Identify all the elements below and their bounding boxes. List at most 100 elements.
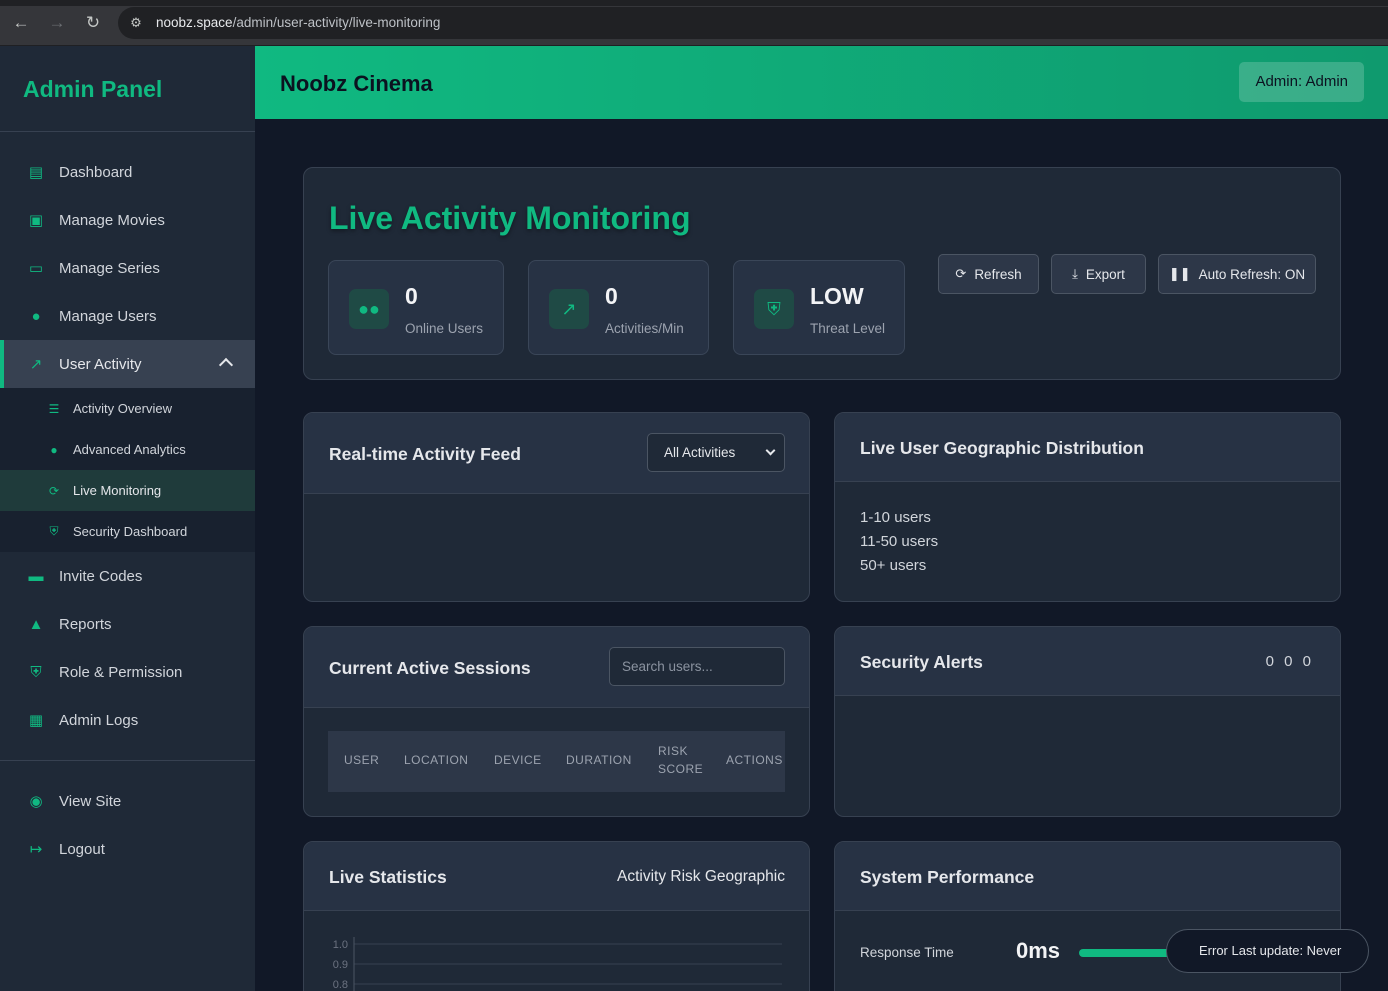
sidebar-divider <box>0 760 255 761</box>
sidebar-title: Admin Panel <box>23 76 163 102</box>
broadcast-icon: ⟳ <box>48 483 60 498</box>
sidebar-item-dashboard[interactable]: ▤ Dashboard <box>0 148 255 196</box>
sidebar-subitem-live-monitoring[interactable]: ⟳ Live Monitoring <box>0 470 255 511</box>
session-search-input[interactable] <box>609 647 785 686</box>
sidebar-item-manage-movies[interactable]: ▣ Manage Movies <box>0 196 255 244</box>
refresh-button-label: Refresh <box>974 266 1022 282</box>
url-text: noobz.space/admin/user-activity/live-mon… <box>156 15 441 30</box>
brain-icon: ● <box>50 442 58 457</box>
select-value: All Activities <box>664 445 736 460</box>
sidebar-item-label: View Site <box>59 792 122 810</box>
admin-user-button[interactable]: Admin: Admin <box>1239 62 1364 102</box>
site-settings-icon[interactable]: ⚙ <box>126 13 146 33</box>
refresh-icon: ⟳ <box>955 266 967 281</box>
sidebar-item-admin-logs[interactable]: ▦ Admin Logs <box>0 696 255 744</box>
sidebar-item-label: Manage Users <box>59 307 157 325</box>
chevron-up-icon[interactable] <box>218 357 234 373</box>
column-header-device[interactable]: DEVICE <box>494 753 542 767</box>
warning-icon: ▲ <box>28 615 44 633</box>
chart-icon: ▤ <box>28 164 44 181</box>
stat-tabs[interactable]: Activity Risk Geographic <box>617 868 785 886</box>
stat-threat-level: ⛨ LOW Threat Level <box>733 260 905 355</box>
alert-counts: 0 0 0 <box>1265 653 1314 670</box>
address-bar[interactable]: ⚙ noobz.space/admin/user-activity/live-m… <box>118 7 1388 39</box>
card-title: Real-time Activity Feed <box>329 444 521 464</box>
film-icon: ▣ <box>28 212 44 229</box>
sidebar-subitem-security-dashboard[interactable]: ⛨ Security Dashboard <box>0 511 255 552</box>
sidebar-divider <box>0 131 255 132</box>
sidebar: Admin Panel ▤ Dashboard ▣ Manage Movies … <box>0 46 255 991</box>
stat-activities-per-min: ↗ 0 Activities/Min <box>528 260 709 355</box>
card-title: Live User Geographic Distribution <box>860 438 1144 458</box>
sidebar-subitem-label: Security Dashboard <box>73 524 188 539</box>
reload-icon[interactable]: ↻ <box>82 12 104 34</box>
sidebar-item-logout[interactable]: ↦ Logout <box>0 825 255 873</box>
sidebar-item-view-site[interactable]: ◉ View Site <box>0 777 255 825</box>
column-header-actions[interactable]: ACTIONS <box>726 753 783 767</box>
response-time-value: 0ms <box>1016 938 1061 963</box>
pause-icon: ❚❚ <box>1168 266 1191 281</box>
sidebar-item-manage-users[interactable]: ● Manage Users <box>0 292 255 340</box>
chart-line-icon: ↗ <box>549 289 589 329</box>
card-title: System Performance <box>860 867 1035 887</box>
column-header-duration[interactable]: DURATION <box>566 753 632 767</box>
sessions-table-header: USER LOCATION DEVICE DURATION RISK SCORE… <box>328 731 785 792</box>
column-header-location[interactable]: LOCATION <box>404 753 468 767</box>
page-title: Live Activity Monitoring <box>329 200 691 236</box>
forward-icon[interactable]: → <box>46 12 68 34</box>
card-header: Real-time Activity Feed All Activities <box>304 413 809 494</box>
export-button[interactable]: ⤓ Export <box>1051 254 1146 294</box>
users-icon: ●● <box>349 289 389 329</box>
card-header: Live Statistics Activity Risk Geographic <box>304 842 809 911</box>
stat-value: LOW <box>810 283 864 309</box>
sidebar-item-label: Manage Series <box>59 259 160 277</box>
geo-legend-item: 1-10 users <box>860 509 931 526</box>
browser-tab-strip <box>0 0 1388 6</box>
y-tick-label: 0.8 <box>333 979 348 991</box>
sidebar-subitem-advanced-analytics[interactable]: ● Advanced Analytics <box>0 429 255 470</box>
sidebar-subitem-label: Advanced Analytics <box>73 442 186 457</box>
auto-refresh-label: Auto Refresh: ON <box>1198 266 1306 282</box>
sidebar-item-label: Reports <box>59 615 112 633</box>
list-icon: ☰ <box>48 401 60 416</box>
stat-label: Activities/Min <box>605 321 684 336</box>
card-header: System Performance <box>835 842 1340 911</box>
shield-icon: ⛨ <box>49 524 59 538</box>
sidebar-item-manage-series[interactable]: ▭ Manage Series <box>0 244 255 292</box>
refresh-button[interactable]: ⟳ Refresh <box>938 254 1039 294</box>
sidebar-item-user-activity[interactable]: ↗ User Activity <box>0 340 255 388</box>
sidebar-item-label: Invite Codes <box>59 567 143 585</box>
sidebar-item-label: Admin Logs <box>59 711 139 729</box>
geo-legend-item: 11-50 users <box>860 533 939 550</box>
stat-value: 0 <box>405 283 418 309</box>
stat-label: Threat Level <box>810 321 886 336</box>
live-statistics-card: Live Statistics Activity Risk Geographic… <box>303 841 810 991</box>
response-time-label: Response Time <box>860 945 954 960</box>
back-icon[interactable]: ← <box>10 12 32 34</box>
clipboard-icon: ▦ <box>28 712 44 729</box>
activity-feed-card: Real-time Activity Feed All Activities <box>303 412 810 602</box>
sidebar-item-reports[interactable]: ▲ Reports <box>0 600 255 648</box>
sidebar-item-invite-codes[interactable]: ▬ Invite Codes <box>0 552 255 600</box>
sidebar-item-label: Dashboard <box>59 163 133 181</box>
activity-filter-select[interactable]: All Activities <box>647 433 785 472</box>
column-header-user[interactable]: USER <box>344 753 379 767</box>
sidebar-subitem-label: Activity Overview <box>73 401 172 416</box>
sidebar-item-label: Logout <box>59 840 105 858</box>
browser-toolbar: ← → ↻ ⚙ noobz.space/admin/user-activity/… <box>0 0 1388 46</box>
logout-icon: ↦ <box>29 841 43 858</box>
card-header: Live User Geographic Distribution <box>835 413 1340 482</box>
card-title: Security Alerts <box>860 652 983 672</box>
sidebar-item-role-permission[interactable]: ⛨ Role & Permission <box>0 648 255 696</box>
column-header-risk[interactable]: RISK <box>658 744 688 758</box>
card-header: Current Active Sessions <box>304 627 809 708</box>
sidebar-subitem-activity-overview[interactable]: ☰ Activity Overview <box>0 388 255 429</box>
shield-icon: ⛨ <box>30 663 42 681</box>
users-icon: ● <box>31 307 41 325</box>
auto-refresh-toggle[interactable]: ❚❚ Auto Refresh: ON <box>1158 254 1316 294</box>
y-tick-label: 1.0 <box>333 939 348 951</box>
y-tick-label: 0.9 <box>333 959 348 971</box>
live-stats-chart: 1.0 0.9 0.8 <box>333 937 782 991</box>
column-header-score[interactable]: SCORE <box>658 762 703 776</box>
globe-icon: ◉ <box>29 793 43 810</box>
